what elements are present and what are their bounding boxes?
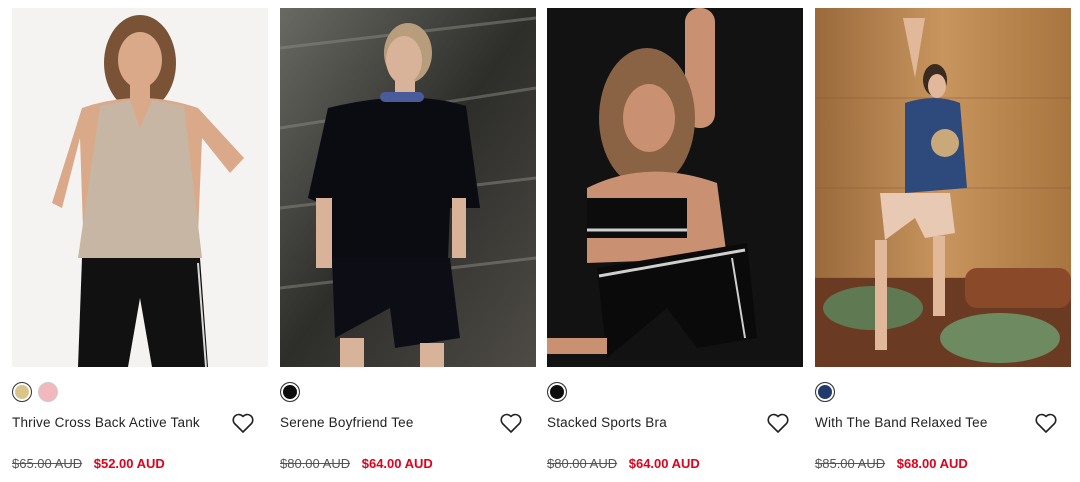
product-image[interactable] (815, 8, 1071, 367)
product-name[interactable]: Stacked Sports Bra (547, 415, 667, 430)
product-photo-illustration (280, 8, 536, 367)
price-row: $85.00 AUD $68.00 AUD (815, 456, 968, 471)
color-swatches (815, 382, 835, 406)
price-row: $80.00 AUD $64.00 AUD (280, 456, 433, 471)
original-price: $80.00 AUD (547, 456, 618, 471)
sale-price: $68.00 AUD (896, 456, 968, 471)
product-card: Thrive Cross Back Active Tank $65.00 AUD… (12, 8, 268, 471)
swatch-black[interactable] (547, 382, 567, 402)
product-image[interactable] (12, 8, 268, 367)
heart-outline-icon[interactable] (231, 412, 255, 434)
product-photo-illustration (815, 8, 1071, 367)
heart-outline-icon[interactable] (1034, 412, 1058, 434)
product-name[interactable]: Thrive Cross Back Active Tank (12, 415, 200, 430)
original-price: $85.00 AUD (815, 456, 886, 471)
product-image[interactable] (280, 8, 536, 367)
product-card: Serene Boyfriend Tee $80.00 AUD $64.00 A… (280, 8, 536, 471)
product-photo-illustration (12, 8, 268, 367)
sale-price: $64.00 AUD (361, 456, 433, 471)
heart-outline-icon[interactable] (766, 412, 790, 434)
product-name[interactable]: With The Band Relaxed Tee (815, 415, 988, 430)
sale-price: $64.00 AUD (628, 456, 700, 471)
original-price: $65.00 AUD (12, 456, 83, 471)
color-swatches (547, 382, 567, 406)
heart-outline-icon[interactable] (499, 412, 523, 434)
original-price: $80.00 AUD (280, 456, 351, 471)
product-card: With The Band Relaxed Tee $85.00 AUD $68… (815, 8, 1071, 471)
sale-price: $52.00 AUD (93, 456, 165, 471)
swatch-pink[interactable] (38, 382, 58, 402)
price-row: $65.00 AUD $52.00 AUD (12, 456, 165, 471)
product-image[interactable] (547, 8, 803, 367)
swatch-black[interactable] (280, 382, 300, 402)
product-card: Stacked Sports Bra $80.00 AUD $64.00 AUD (547, 8, 803, 471)
price-row: $80.00 AUD $64.00 AUD (547, 456, 700, 471)
swatch-navy[interactable] (815, 382, 835, 402)
color-swatches (280, 382, 300, 406)
product-photo-illustration (547, 8, 803, 367)
product-name[interactable]: Serene Boyfriend Tee (280, 415, 414, 430)
product-grid: Thrive Cross Back Active Tank $65.00 AUD… (0, 0, 1080, 482)
swatch-sand[interactable] (12, 382, 32, 402)
color-swatches (12, 382, 58, 406)
